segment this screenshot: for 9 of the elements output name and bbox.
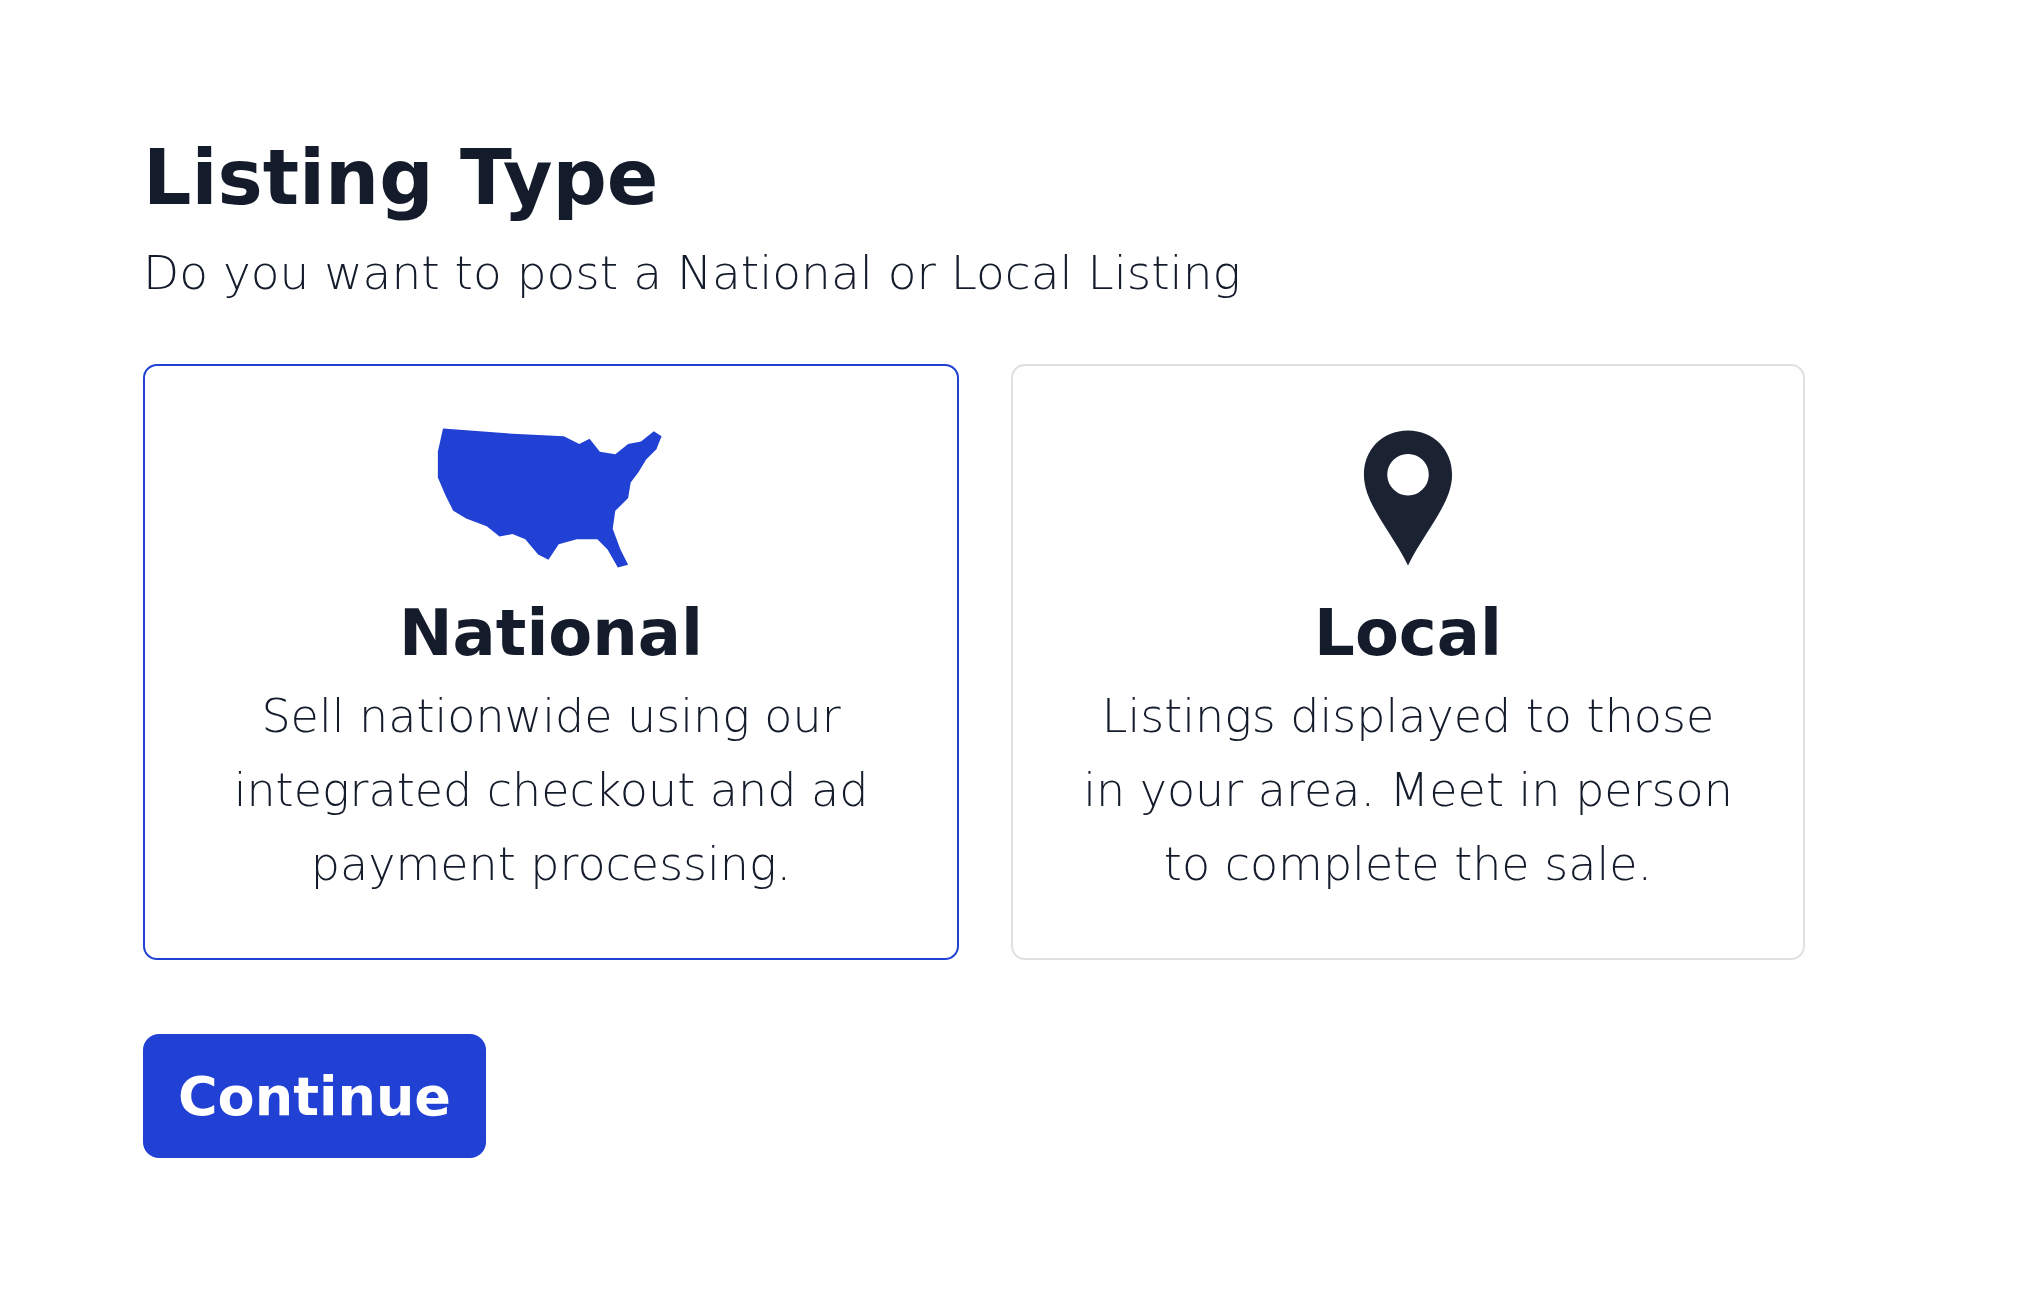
option-card[interactable]: Local Listings displayed to those in your area. Meet in person to complete the sale. xyxy=(1011,364,1805,961)
option-description: Sell nationwide using our integrated checkout and ad payment processing. xyxy=(233,687,869,893)
option-card[interactable]: National Sell nationwide using our integrated checkout and ad payment processing. xyxy=(143,364,959,961)
page-subtitle: Do you want to post a National or Local Listing xyxy=(143,245,1242,301)
option-description: Listings displayed to those in your area. Meet in person to complete the sale. xyxy=(1083,687,1733,893)
continue-button[interactable]: Continue xyxy=(143,1034,486,1159)
option-title: National xyxy=(399,598,703,669)
option-title: Local xyxy=(1314,598,1502,669)
page-title: Listing Type xyxy=(143,132,660,224)
